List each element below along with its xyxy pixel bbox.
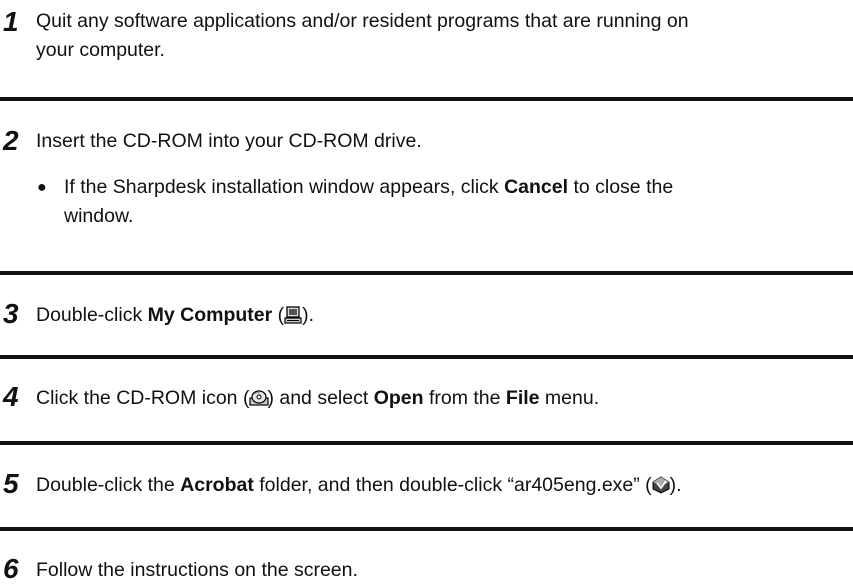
step-number: 6 bbox=[3, 553, 19, 584]
step-text: Double-click My Computer (). bbox=[36, 304, 315, 326]
open-label: Open bbox=[373, 387, 424, 409]
step-text-line: your computer. bbox=[36, 39, 165, 61]
step-text: Insert the CD-ROM into your CD-ROM drive… bbox=[36, 130, 422, 152]
step-text: Click the CD-ROM icon () and select Open… bbox=[36, 387, 600, 409]
my-computer-icon bbox=[284, 304, 302, 324]
installer-icon bbox=[652, 474, 670, 494]
step-text: Double-click the Acrobat folder, and the… bbox=[36, 474, 682, 496]
step-number: 2 bbox=[3, 125, 19, 156]
my-computer-label: My Computer bbox=[147, 304, 273, 326]
step-number: 3 bbox=[3, 298, 19, 329]
bullet-dot: ● bbox=[37, 179, 47, 196]
step-number: 4 bbox=[3, 381, 19, 412]
cancel-label: Cancel bbox=[504, 176, 569, 198]
divider bbox=[0, 527, 853, 531]
step-text: Quit any software applications and/or re… bbox=[36, 7, 847, 65]
divider bbox=[0, 271, 853, 275]
divider bbox=[0, 97, 853, 101]
cd-rom-icon bbox=[249, 387, 270, 406]
divider bbox=[0, 441, 853, 445]
bullet-item: ● If the Sharpdesk installation window a… bbox=[36, 173, 833, 231]
divider bbox=[0, 355, 853, 359]
acrobat-label: Acrobat bbox=[180, 474, 254, 496]
step-number: 5 bbox=[3, 468, 19, 499]
file-label: File bbox=[505, 387, 540, 409]
step-number: 1 bbox=[3, 6, 19, 37]
step-text-line: Quit any software applications and/or re… bbox=[36, 10, 689, 32]
